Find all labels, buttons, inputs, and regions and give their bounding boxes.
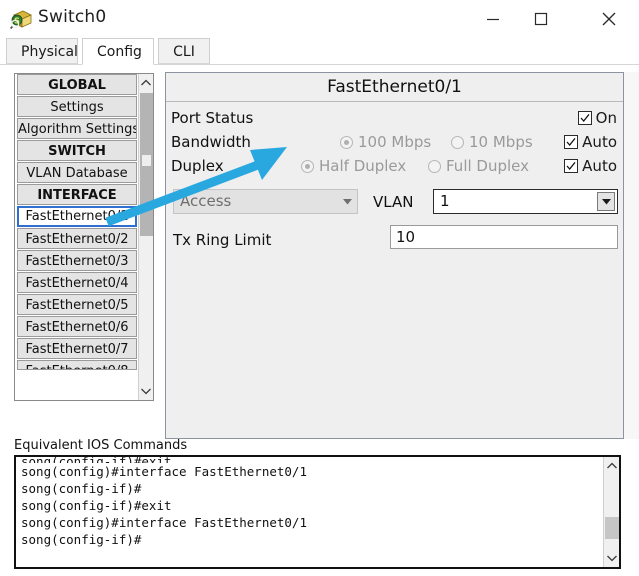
port-status-row: Port Status On bbox=[166, 106, 623, 130]
nav-scrollbar-thumb[interactable] bbox=[140, 93, 153, 236]
tab-physical[interactable]: Physical bbox=[6, 38, 78, 64]
bandwidth-auto-checkbox[interactable] bbox=[564, 135, 579, 149]
tab-cli[interactable]: CLI bbox=[158, 38, 210, 64]
console-scrollbar[interactable] bbox=[603, 457, 619, 567]
port-status-on-label: On bbox=[595, 109, 617, 127]
bandwidth-row: Bandwidth 100 Mbps 10 Mbps Auto bbox=[166, 130, 623, 154]
tab-config[interactable]: Config bbox=[82, 38, 154, 65]
console-line: song(config)#interface FastEthernet0/1 bbox=[21, 515, 307, 530]
maximize-button[interactable] bbox=[518, 0, 564, 38]
duplex-full-radio-group[interactable]: Full Duplex bbox=[428, 154, 529, 178]
close-button[interactable] bbox=[586, 0, 632, 38]
scrollbar-grip bbox=[142, 155, 151, 166]
duplex-label: Duplex bbox=[171, 157, 224, 175]
panel-title: FastEthernet0/1 bbox=[166, 73, 623, 102]
packet-tracer-icon: S bbox=[10, 9, 32, 29]
config-nav-list: GLOBAL Settings Algorithm Settings SWITC… bbox=[14, 73, 154, 401]
duplex-row: Duplex Half Duplex Full Duplex Auto bbox=[166, 154, 623, 178]
tx-ring-limit-label: Tx Ring Limit bbox=[173, 231, 272, 249]
switchport-mode-value: Access bbox=[180, 192, 232, 210]
title-bar: S Switch0 bbox=[0, 0, 639, 38]
chevron-down-icon bbox=[337, 190, 357, 213]
equivalent-ios-commands-label: Equivalent IOS Commands bbox=[14, 438, 188, 453]
nav-item-fastethernet0-2[interactable]: FastEthernet0/2 bbox=[17, 228, 137, 249]
switchport-mode-dropdown[interactable]: Access bbox=[173, 189, 358, 214]
nav-item-fastethernet0-8[interactable]: FastEthernet0/8 bbox=[17, 360, 137, 370]
nav-item-fastethernet0-7[interactable]: FastEthernet0/7 bbox=[17, 338, 137, 359]
console-line: song(config-if)# bbox=[21, 532, 142, 547]
nav-header-interface: INTERFACE bbox=[17, 184, 137, 205]
bandwidth-100mbps-radio-group[interactable]: 100 Mbps bbox=[340, 130, 431, 154]
nav-header-global: GLOBAL bbox=[17, 74, 137, 95]
nav-item-settings[interactable]: Settings bbox=[17, 96, 137, 117]
vlan-label: VLAN bbox=[373, 193, 414, 211]
tx-ring-limit-input[interactable]: 10 bbox=[390, 225, 618, 249]
duplex-half-radio-group[interactable]: Half Duplex bbox=[301, 154, 406, 178]
console-text-area: song(config-if)#exit song(config)#interf… bbox=[16, 457, 602, 567]
nav-item-vlan-database[interactable]: VLAN Database bbox=[17, 162, 137, 183]
config-panel-scroll-gutter[interactable] bbox=[624, 72, 639, 439]
bandwidth-100mbps-radio[interactable] bbox=[340, 135, 353, 149]
bandwidth-100mbps-label: 100 Mbps bbox=[358, 133, 432, 151]
console-line: song(config)#interface FastEthernet0/1 bbox=[21, 464, 307, 479]
nav-item-fastethernet0-4[interactable]: FastEthernet0/4 bbox=[17, 272, 137, 293]
nav-item-fastethernet0-1[interactable]: FastEthernet0/1 bbox=[17, 206, 137, 227]
vlan-value: 1 bbox=[440, 192, 450, 210]
vlan-dropdown[interactable]: 1 bbox=[433, 189, 618, 214]
bandwidth-label: Bandwidth bbox=[171, 133, 251, 151]
console-line: song(config-if)# bbox=[21, 481, 142, 496]
duplex-half-label: Half Duplex bbox=[319, 157, 407, 175]
duplex-auto-control[interactable]: Auto bbox=[564, 154, 617, 178]
duplex-auto-label: Auto bbox=[582, 157, 617, 175]
ios-command-console[interactable]: song(config-if)#exit song(config)#interf… bbox=[14, 455, 621, 569]
bandwidth-auto-label: Auto bbox=[582, 133, 617, 151]
duplex-full-label: Full Duplex bbox=[446, 157, 530, 175]
interface-config-panel: FastEthernet0/1 Port Status On Bandwidth… bbox=[165, 72, 624, 439]
bandwidth-10mbps-label: 10 Mbps bbox=[469, 133, 533, 151]
tab-strip: Physical Config CLI bbox=[0, 38, 639, 65]
port-status-checkbox[interactable] bbox=[577, 111, 592, 125]
bandwidth-10mbps-radio[interactable] bbox=[451, 135, 464, 149]
nav-item-fastethernet0-3[interactable]: FastEthernet0/3 bbox=[17, 250, 137, 271]
minimize-button[interactable] bbox=[470, 0, 516, 38]
port-status-on-control[interactable]: On bbox=[577, 106, 617, 130]
bandwidth-auto-control[interactable]: Auto bbox=[564, 130, 617, 154]
dropdown-arrow-icon[interactable] bbox=[597, 192, 615, 211]
duplex-full-radio[interactable] bbox=[428, 159, 441, 173]
nav-scrollbar[interactable] bbox=[138, 74, 153, 400]
console-scrollbar-thumb[interactable] bbox=[605, 517, 619, 539]
console-scroll-up-icon[interactable] bbox=[604, 457, 619, 475]
duplex-half-radio[interactable] bbox=[301, 159, 314, 173]
port-status-label: Port Status bbox=[171, 109, 254, 127]
nav-item-fastethernet0-6[interactable]: FastEthernet0/6 bbox=[17, 316, 137, 337]
nav-item-fastethernet0-5[interactable]: FastEthernet0/5 bbox=[17, 294, 137, 315]
nav-items: GLOBAL Settings Algorithm Settings SWITC… bbox=[15, 74, 139, 371]
nav-header-switch: SWITCH bbox=[17, 140, 137, 161]
console-scroll-down-icon[interactable] bbox=[604, 549, 619, 567]
window-title: Switch0 bbox=[38, 7, 107, 27]
switch-config-window: S Switch0 Physical Config CLI GLOBAL Set bbox=[0, 0, 639, 576]
scroll-up-icon[interactable] bbox=[139, 74, 153, 92]
bandwidth-10mbps-radio-group[interactable]: 10 Mbps bbox=[451, 130, 533, 154]
nav-item-algorithm-settings[interactable]: Algorithm Settings bbox=[17, 118, 137, 139]
scroll-down-icon[interactable] bbox=[139, 382, 153, 400]
console-line: song(config-if)#exit bbox=[21, 498, 172, 513]
duplex-auto-checkbox[interactable] bbox=[564, 159, 579, 173]
